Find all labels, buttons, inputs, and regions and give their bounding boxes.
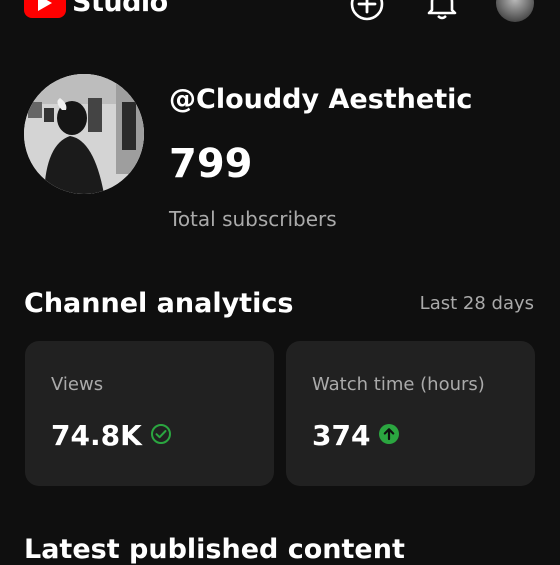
watch-time-value-row: 374 xyxy=(312,419,400,452)
latest-content-title: Latest published content xyxy=(24,534,405,565)
channel-avatar[interactable] xyxy=(24,74,144,194)
watch-time-label: Watch time (hours) xyxy=(312,374,485,395)
views-value: 74.8K xyxy=(51,419,142,452)
analytics-range[interactable]: Last 28 days xyxy=(420,293,534,314)
subscriber-label: Total subscribers xyxy=(169,207,337,231)
views-label: Views xyxy=(51,374,104,395)
top-bar: Studio xyxy=(0,0,560,30)
views-value-row: 74.8K xyxy=(51,419,172,452)
account-avatar[interactable] xyxy=(496,0,534,22)
check-circle-icon xyxy=(150,419,172,452)
views-card[interactable]: Views 74.8K xyxy=(25,341,274,486)
channel-handle: @Clouddy Aesthetic xyxy=(169,84,473,115)
notifications-bell-icon[interactable] xyxy=(426,0,458,26)
app-name: Studio xyxy=(72,0,168,18)
watch-time-card[interactable]: Watch time (hours) 374 xyxy=(286,341,535,486)
studio-logo[interactable]: Studio xyxy=(24,0,168,18)
analytics-title: Channel analytics xyxy=(24,288,294,319)
create-icon[interactable] xyxy=(349,0,385,26)
arrow-up-circle-icon xyxy=(378,419,400,452)
watch-time-value: 374 xyxy=(312,419,371,452)
youtube-play-icon xyxy=(24,0,66,18)
subscriber-count: 799 xyxy=(169,141,253,187)
